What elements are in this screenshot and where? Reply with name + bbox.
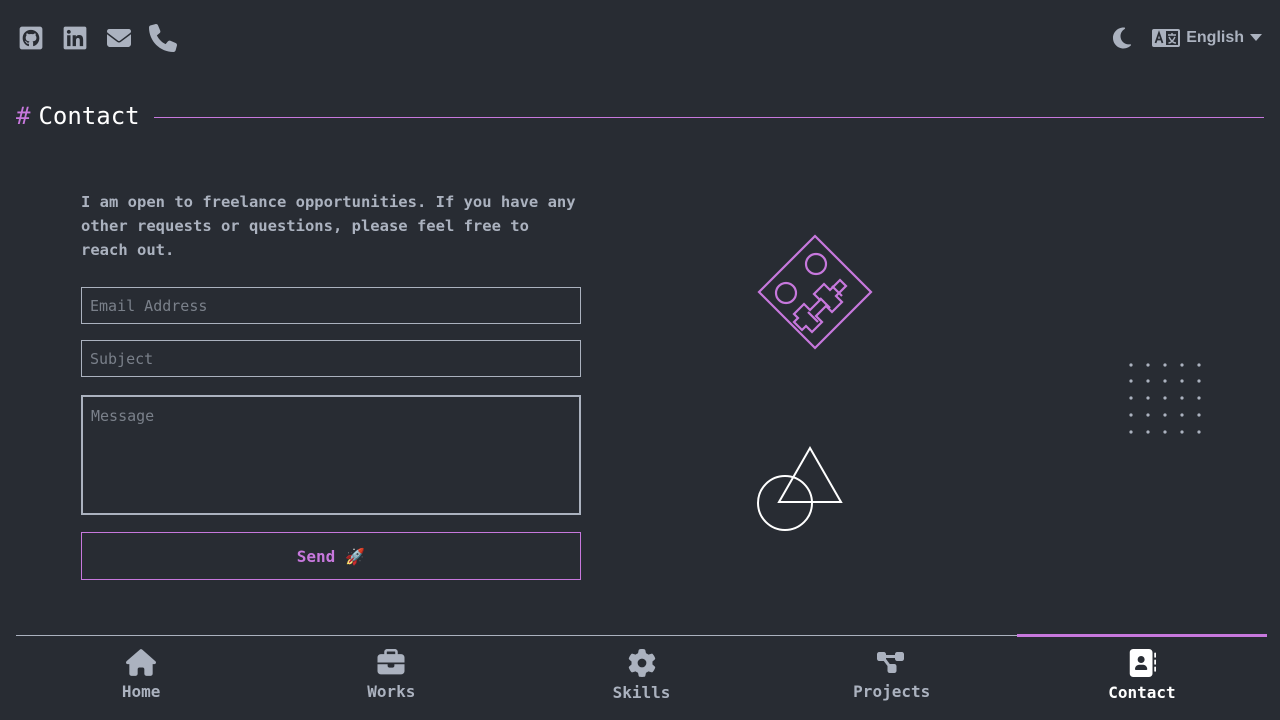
rocket-icon: 🚀 (345, 546, 366, 566)
caret-down-icon (1250, 34, 1262, 41)
header-controls: English (1110, 26, 1262, 50)
bottom-nav: Home Works Skills Projects Contact (16, 634, 1268, 720)
email-field[interactable] (81, 287, 581, 324)
translate-icon (1152, 29, 1181, 47)
phone-link[interactable] (148, 22, 178, 54)
section-heading: # Contact (16, 100, 1264, 132)
theme-toggle-button[interactable] (1110, 26, 1134, 50)
email-link[interactable] (104, 22, 134, 54)
gear-icon (628, 649, 655, 677)
project-diagram-icon (876, 652, 904, 673)
github-link[interactable] (16, 22, 46, 54)
contact-book-icon (1129, 649, 1156, 677)
github-icon (19, 26, 43, 50)
nav-label-projects: Projects (853, 682, 931, 701)
nav-label-skills: Skills (612, 683, 671, 702)
contact-intro: I am open to freelance opportunities. If… (81, 193, 576, 259)
language-select[interactable]: English (1152, 28, 1262, 48)
heading-hash: # (16, 102, 31, 130)
nav-item-home[interactable]: Home (16, 636, 266, 720)
briefcase-icon (377, 649, 405, 675)
send-button[interactable]: Send 🚀 (81, 532, 581, 580)
linkedin-link[interactable] (60, 22, 90, 54)
heading-divider (153, 116, 1264, 118)
email-icon (107, 29, 131, 47)
linkedin-icon (63, 26, 87, 50)
nav-item-skills[interactable]: Skills (516, 636, 766, 720)
nav-item-contact[interactable]: Contact (1016, 634, 1268, 720)
social-links (16, 22, 178, 54)
home-icon (126, 649, 157, 676)
language-label: English (1186, 29, 1244, 46)
nav-item-works[interactable]: Works (266, 636, 516, 720)
moon-icon (1113, 27, 1132, 49)
page-title: Contact (38, 102, 140, 130)
message-field[interactable] (81, 395, 581, 515)
nav-label-works: Works (367, 682, 416, 701)
phone-icon (149, 24, 177, 52)
circuit-illustration (757, 234, 873, 350)
top-bar: English (0, 0, 1280, 80)
circle-triangle-shape (757, 445, 843, 531)
dots-pattern (1129, 363, 1201, 434)
nav-label-home: Home (121, 682, 161, 701)
nav-label-contact: Contact (1108, 683, 1176, 702)
nav-item-projects[interactable]: Projects (767, 636, 1017, 720)
send-label: Send (296, 546, 336, 566)
contact-form: I am open to freelance opportunities. If… (81, 190, 581, 580)
subject-field[interactable] (81, 340, 581, 377)
